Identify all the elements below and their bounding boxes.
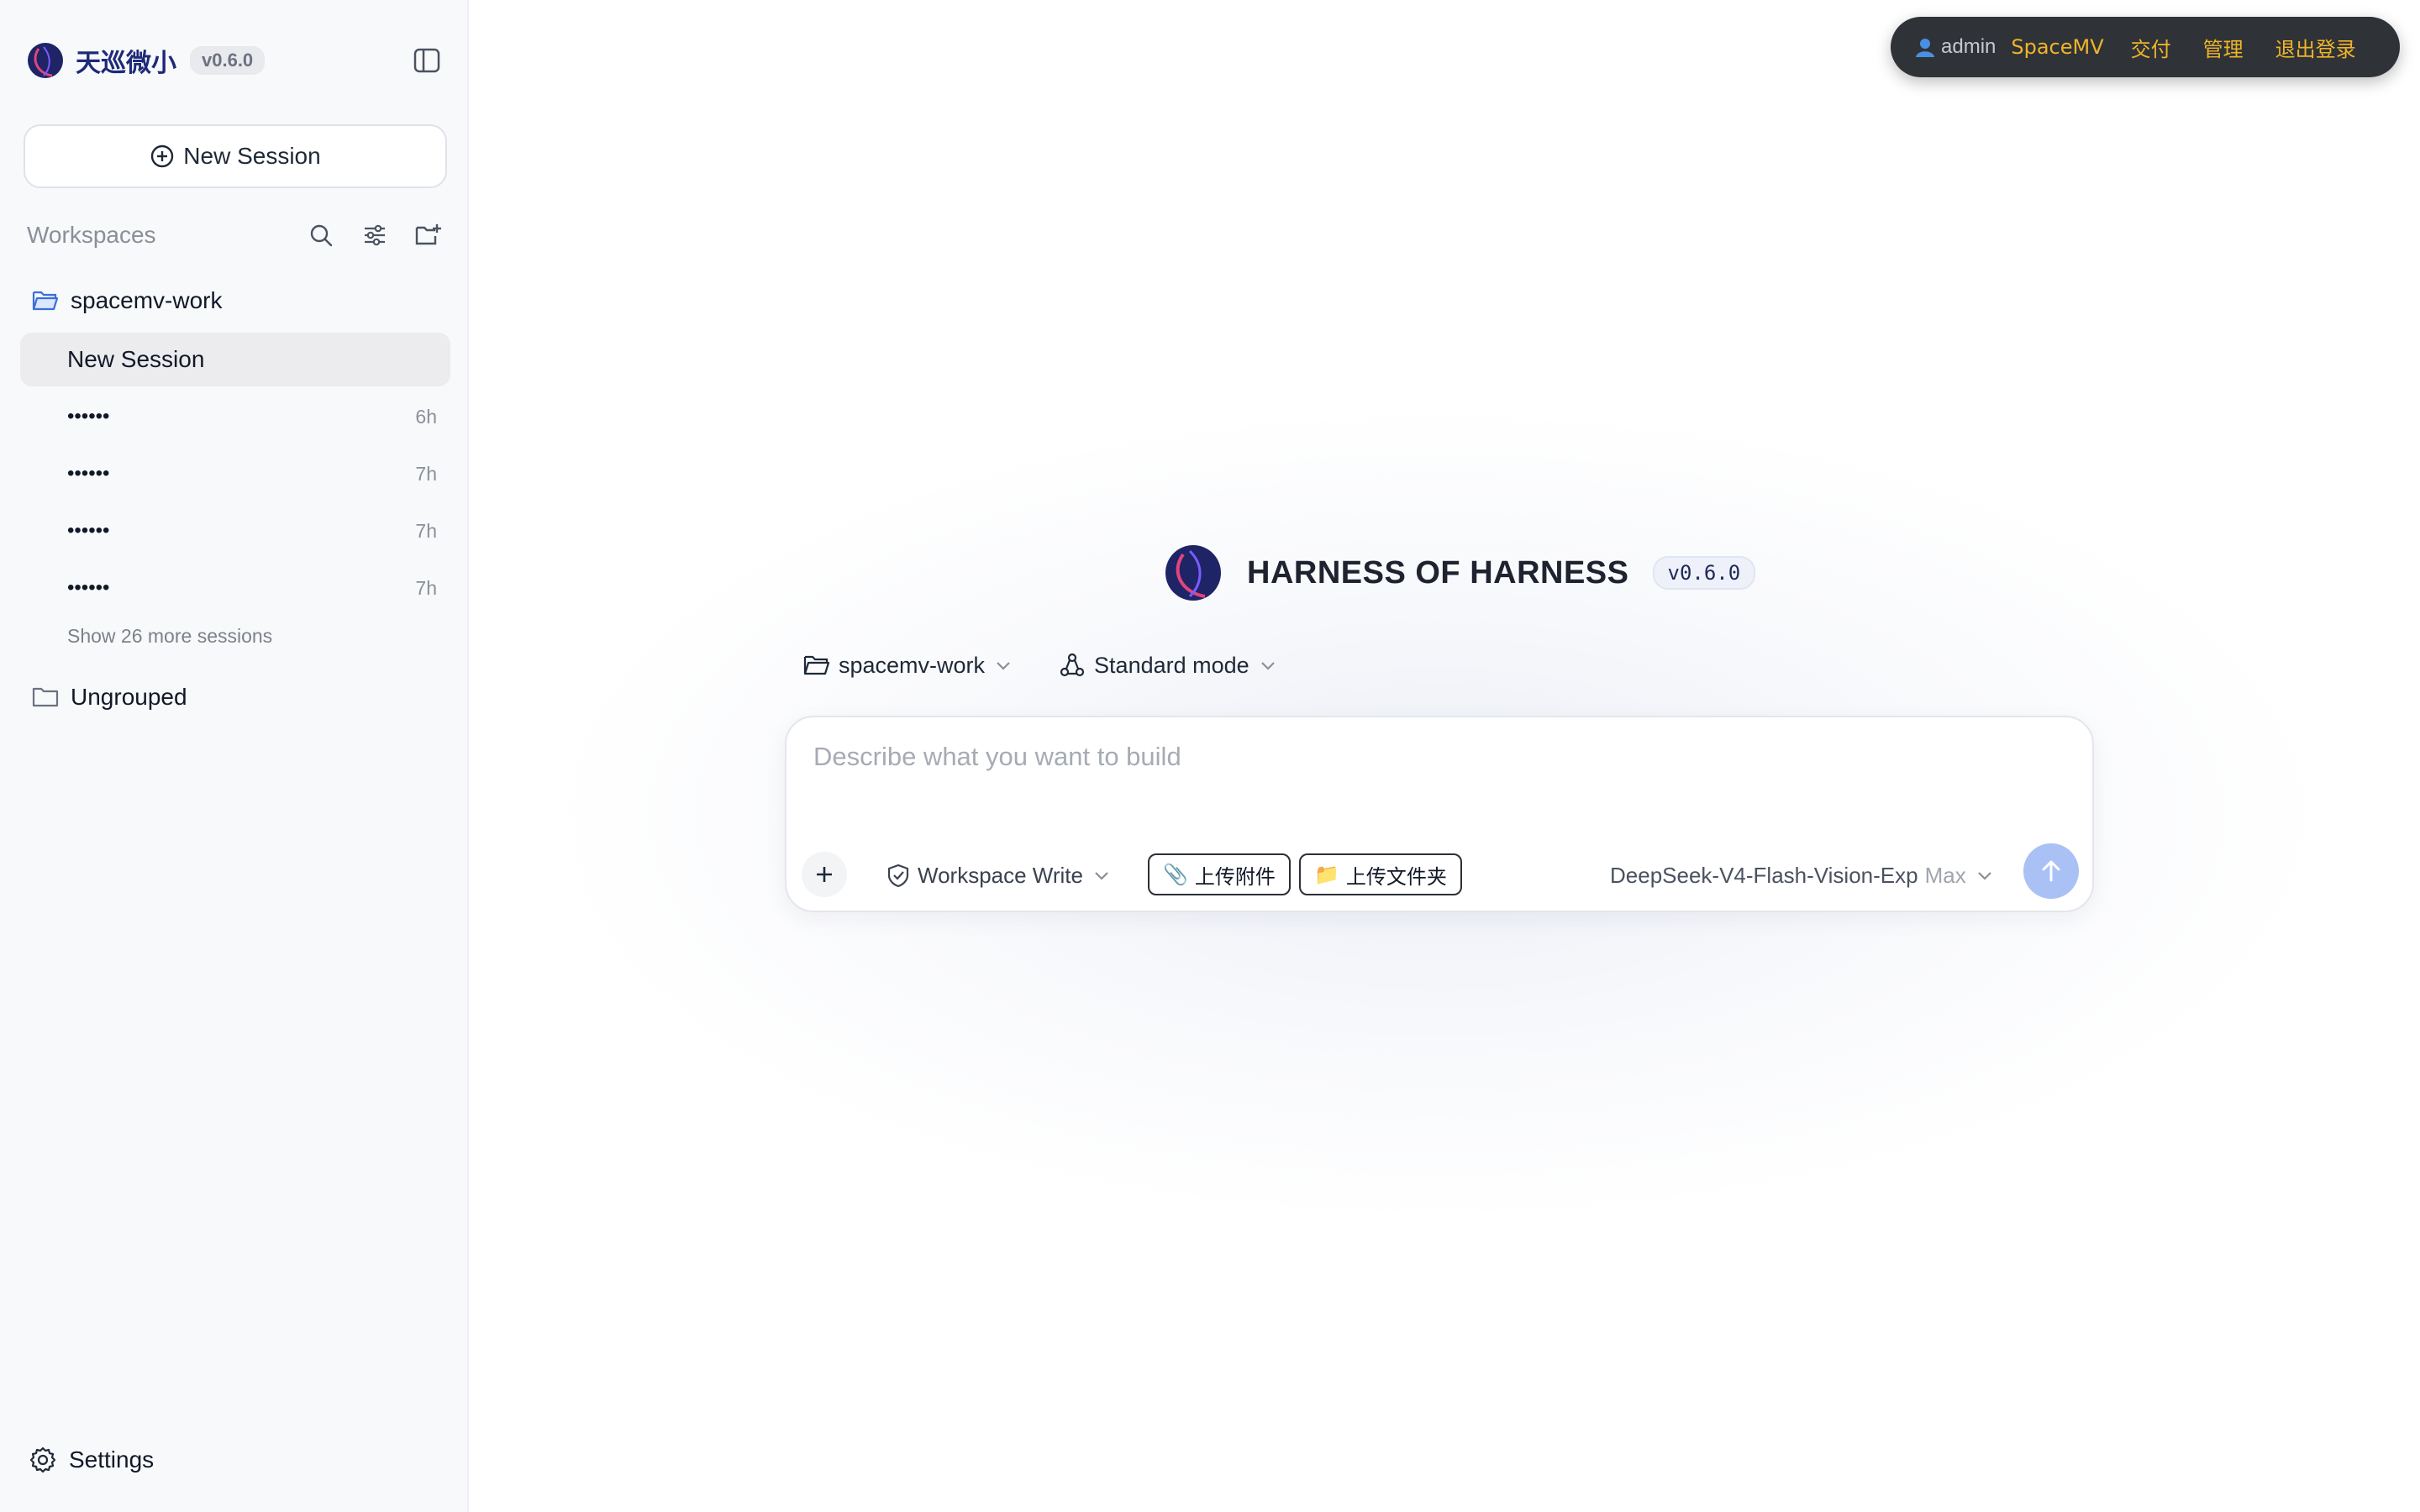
- workspace-select-value: spacemv-work: [839, 652, 986, 678]
- permission-select[interactable]: Workspace Write: [886, 857, 1110, 894]
- gear-icon: [29, 1446, 56, 1473]
- search-workspaces-button[interactable]: [302, 217, 339, 254]
- sidebar: 天巡微小 v0.6.0 New Session Workspaces space…: [0, 0, 469, 1512]
- paperclip-icon: 📎: [1163, 863, 1188, 886]
- settings-label: Settings: [69, 1446, 155, 1473]
- mode-select-value: Standard mode: [1094, 652, 1249, 678]
- session-time: 7h: [415, 462, 437, 485]
- folder-open-icon: [803, 655, 830, 675]
- add-context-button[interactable]: [802, 852, 847, 897]
- folder-emoji-icon: 📁: [1314, 863, 1339, 886]
- version-badge: v0.6.0: [1652, 556, 1756, 590]
- model-select[interactable]: DeepSeek-V4-Flash-Vision-Exp Max: [1610, 857, 1993, 894]
- arrow-up-icon: [2042, 860, 2060, 882]
- session-item[interactable]: •••••• 7h: [67, 570, 437, 606]
- workspaces-header: Workspaces: [27, 217, 447, 254]
- user-bar: admin SpaceMV 交付 管理 退出登录: [1891, 17, 2400, 77]
- session-title: ••••••: [67, 462, 110, 485]
- filter-icon: [365, 224, 385, 246]
- session-title: ••••••: [67, 519, 110, 542]
- logout-link[interactable]: 退出登录: [2275, 33, 2356, 62]
- session-title: ••••••: [67, 576, 110, 599]
- brand[interactable]: 天巡微小 v0.6.0: [27, 40, 266, 81]
- username: admin: [1941, 35, 1996, 58]
- user-icon: [1916, 39, 1934, 57]
- search-icon: [310, 224, 333, 247]
- mode-icon: [1060, 653, 1085, 677]
- upload-attachment-button[interactable]: 📎 上传附件: [1148, 853, 1291, 895]
- workspace-select[interactable]: spacemv-work: [803, 653, 1012, 679]
- delivery-link[interactable]: 交付: [2131, 33, 2171, 62]
- session-selectors: spacemv-work Standard mode: [803, 647, 1323, 684]
- plus-circle-icon: [151, 144, 174, 168]
- settings-button[interactable]: Settings: [29, 1441, 154, 1478]
- spacemv-link[interactable]: SpaceMV: [2011, 35, 2103, 59]
- folder-icon: [32, 687, 59, 707]
- folder-name: Ungrouped: [71, 684, 187, 710]
- chevron-down-icon: [1977, 872, 1991, 880]
- filter-workspaces-button[interactable]: [356, 217, 393, 254]
- upload-attachment-label: 上传附件: [1194, 864, 1276, 889]
- model-name: DeepSeek-V4-Flash-Vision-Exp: [1610, 862, 1918, 888]
- session-time: 7h: [415, 519, 437, 542]
- sidebar-toggle-icon: [413, 48, 440, 73]
- workspace-folder-ungrouped[interactable]: Ungrouped: [32, 677, 187, 717]
- mode-select[interactable]: Standard mode: [1059, 652, 1276, 679]
- version-badge: v0.6.0: [190, 46, 266, 75]
- shield-icon: [887, 864, 909, 888]
- session-time: 7h: [415, 576, 437, 599]
- session-time: 6h: [415, 405, 437, 428]
- upload-folder-label: 上传文件夹: [1345, 864, 1447, 889]
- permission-value: Workspace Write: [918, 862, 1083, 888]
- new-session-label: New Session: [183, 143, 321, 169]
- session-item[interactable]: •••••• 7h: [67, 512, 437, 549]
- new-workspace-button[interactable]: [410, 217, 447, 254]
- sidebar-toggle-button[interactable]: [410, 44, 444, 77]
- logo-icon: [1165, 545, 1221, 601]
- session-title: ••••••: [67, 405, 110, 428]
- hero-header: HARNESS OF HARNESS v0.6.0: [1165, 543, 1756, 603]
- chevron-down-icon: [997, 662, 1010, 670]
- chevron-down-icon: [1095, 872, 1108, 880]
- admin-link[interactable]: 管理: [2203, 33, 2244, 62]
- session-item[interactable]: •••••• 7h: [67, 455, 437, 492]
- logo-icon: [28, 43, 63, 78]
- session-item[interactable]: •••••• 6h: [67, 398, 437, 435]
- folder-open-icon: [32, 291, 59, 311]
- prompt-input[interactable]: [812, 741, 1988, 773]
- chevron-down-icon: [1260, 662, 1275, 670]
- page-title: HARNESS OF HARNESS: [1247, 554, 1629, 591]
- session-item-active[interactable]: New Session: [20, 333, 450, 386]
- workspace-folder-spacemv-work[interactable]: spacemv-work: [32, 281, 222, 321]
- workspaces-title: Workspaces: [27, 222, 156, 248]
- plus-icon: [817, 867, 832, 882]
- send-button[interactable]: [2023, 843, 2079, 899]
- brand-name: 天巡微小: [76, 49, 176, 78]
- new-folder-icon: [415, 224, 441, 245]
- model-effort: Max: [1924, 862, 1966, 888]
- new-session-button[interactable]: New Session: [24, 124, 447, 188]
- show-more-sessions-link[interactable]: Show 26 more sessions: [67, 625, 272, 648]
- upload-folder-button[interactable]: 📁 上传文件夹: [1299, 853, 1462, 895]
- folder-name: spacemv-work: [71, 287, 223, 313]
- composer: Workspace Write 📎 上传附件 📁 上传文件夹 DeepSeek-…: [785, 716, 2094, 912]
